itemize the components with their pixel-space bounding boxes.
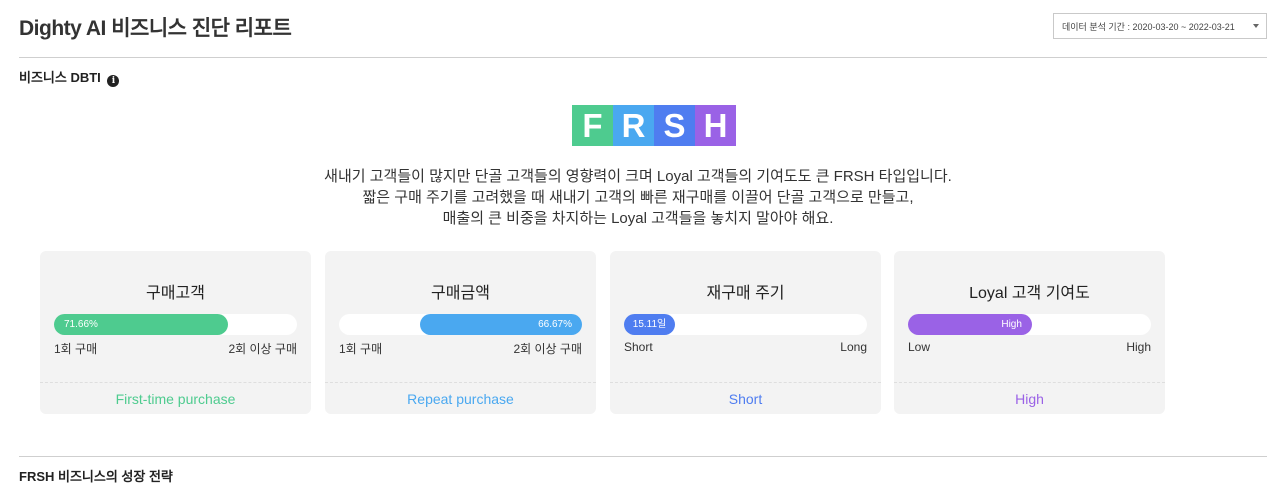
scale-right-label: 2회 이상 구매 — [228, 342, 297, 356]
card-result: First-time purchase — [115, 391, 236, 407]
card-title: 구매고객 — [146, 285, 205, 302]
metric-card-amount: 구매금액 66.67% 1회 구매 2회 이상 구매 Repeat purcha… — [325, 251, 596, 414]
type-letter-2: R — [613, 105, 654, 146]
card-title: 재구매 주기 — [706, 285, 785, 302]
section-divider — [19, 456, 1267, 457]
card-result: Repeat purchase — [407, 391, 514, 407]
analysis-period-select[interactable]: 데이터 분석 기간 : 2020-03-20 ~ 2022-03-21 — [1053, 13, 1267, 39]
type-letter-3: S — [654, 105, 695, 146]
description-line-1: 새내기 고객들이 많지만 단골 고객들의 영향력이 크며 Loyal 고객들의 … — [324, 168, 952, 185]
progress-track: High — [908, 314, 1151, 335]
description-line-3: 매출의 큰 비중을 차지하는 Loyal 고객들을 놓치지 말아야 해요. — [442, 210, 834, 227]
type-letter-1: F — [572, 105, 613, 146]
progress-label: 66.67% — [538, 319, 572, 330]
dbti-description: 새내기 고객들이 많지만 단골 고객들의 영향력이 크며 Loyal 고객들의 … — [238, 166, 1038, 229]
strategy-section-title: FRSH 비즈니스의 성장 전략 — [19, 469, 173, 484]
progress-label: 71.66% — [64, 319, 98, 330]
description-line-2: 짧은 구매 주기를 고려했을 때 새내기 고객의 빠른 재구매를 이끌어 단골 … — [362, 189, 914, 206]
card-result: High — [1015, 391, 1044, 407]
progress-label: High — [1001, 319, 1022, 330]
progress-label: 15.11일 — [632, 319, 667, 330]
metric-card-loyal-contribution: Loyal 고객 기여도 High Low High High — [894, 251, 1165, 414]
analysis-period-value: 데이터 분석 기간 : 2020-03-20 ~ 2022-03-21 — [1062, 22, 1235, 32]
scale-left-label: Short — [624, 340, 653, 354]
scale-left-label: 1회 구매 — [54, 342, 98, 356]
info-icon[interactable]: i — [107, 75, 120, 87]
dbti-section-title: 비즈니스 DBTI i — [19, 67, 120, 87]
scale-right-label: 2회 이상 구매 — [513, 342, 582, 356]
type-letter-4: H — [695, 105, 736, 146]
metric-card-customers: 구매고객 71.66% 1회 구매 2회 이상 구매 First-time pu… — [40, 251, 311, 414]
dbti-section-label: 비즈니스 DBTI — [19, 70, 101, 85]
card-divider — [894, 382, 1165, 383]
dbti-type-badge: F R S H — [572, 105, 736, 146]
card-divider — [610, 382, 881, 383]
progress-track: 71.66% — [54, 314, 297, 335]
progress-track: 66.67% — [339, 314, 582, 335]
chevron-down-icon — [1253, 24, 1259, 28]
scale-left-label: Low — [908, 340, 931, 354]
page-title: Dighty AI 비즈니스 진단 리포트 — [19, 17, 292, 40]
card-divider — [325, 382, 596, 383]
metric-card-repurchase-cycle: 재구매 주기 15.11일 Short Long Short — [610, 251, 881, 414]
card-title: Loyal 고객 기여도 — [969, 285, 1090, 302]
card-title: 구매금액 — [431, 285, 490, 302]
scale-right-label: Long — [840, 340, 867, 354]
header-divider — [19, 57, 1267, 58]
report-header: Dighty AI 비즈니스 진단 리포트 데이터 분석 기간 : 2020-0… — [0, 0, 1277, 57]
scale-right-label: High — [1126, 340, 1151, 354]
card-result: Short — [728, 391, 763, 407]
progress-track: 15.11일 — [624, 314, 867, 335]
scale-left-label: 1회 구매 — [339, 342, 383, 356]
card-divider — [40, 382, 311, 383]
